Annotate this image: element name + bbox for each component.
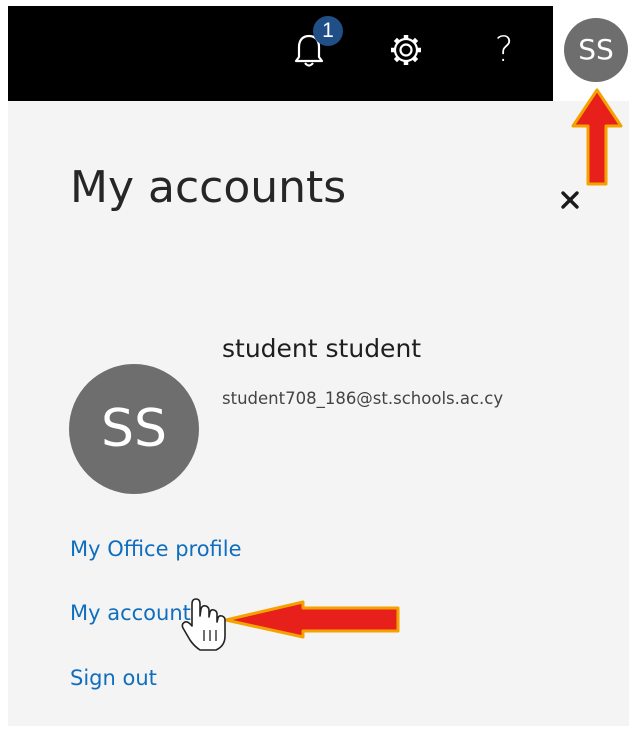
my-account-link[interactable]: My account — [70, 601, 191, 625]
my-office-profile-link[interactable]: My Office profile — [70, 537, 242, 561]
sign-out-link[interactable]: Sign out — [70, 666, 157, 690]
avatar-button[interactable]: SS — [564, 18, 628, 82]
gear-icon[interactable] — [386, 30, 426, 70]
user-name: student student — [222, 334, 422, 363]
top-bar — [8, 6, 553, 101]
notification-count-badge[interactable]: 1 — [313, 16, 343, 46]
user-email: student708_186@st.schools.ac.cy — [222, 389, 504, 408]
page-title: My accounts — [70, 162, 347, 213]
user-avatar: SS — [69, 364, 199, 494]
question-icon[interactable]: ? — [484, 22, 524, 78]
close-icon[interactable] — [553, 182, 587, 218]
